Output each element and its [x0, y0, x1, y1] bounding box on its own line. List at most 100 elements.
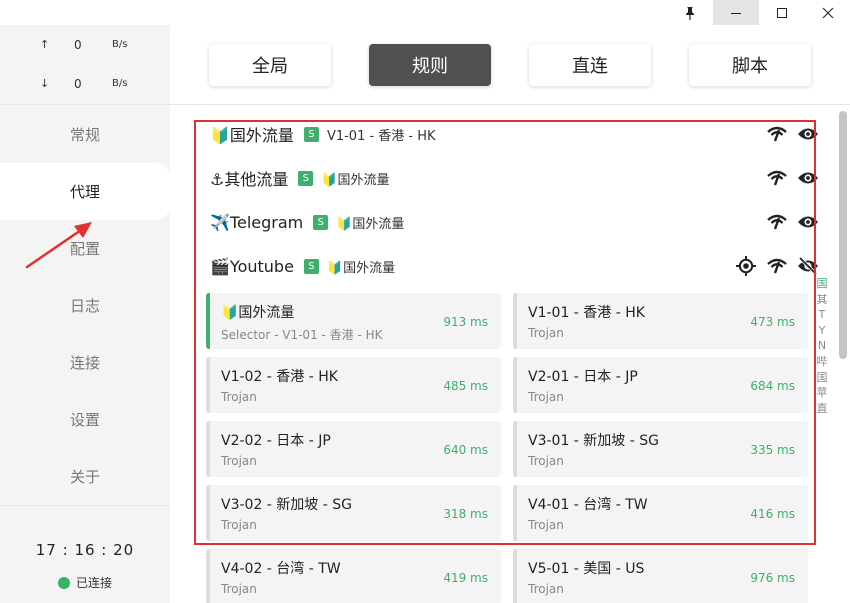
group-row[interactable]: 🎬Youtube S 🔰国外流量 — [210, 251, 820, 281]
proxy-card[interactable]: V3-02 - 新加坡 - SG Trojan 318 ms — [206, 485, 501, 541]
sidebar: ↑ 0 B/s ↓ 0 B/s 常规 代理 配置 日志 连接 设置 关于 17 … — [0, 25, 170, 603]
proxy-card[interactable]: V4-01 - 台湾 - TW Trojan 416 ms — [513, 485, 808, 541]
group-row[interactable]: ✈️Telegram S 🔰国外流量 — [210, 207, 820, 237]
proxy-name: 🔰国外流量 — [221, 305, 295, 321]
proxy-delay: 473 ms — [750, 315, 795, 329]
status-dot-icon — [58, 576, 70, 589]
eye-icon[interactable] — [796, 122, 820, 146]
index-letter[interactable]: 其 — [817, 292, 828, 308]
index-letter[interactable]: 哔 — [817, 354, 828, 370]
proxy-type: Trojan — [528, 390, 564, 404]
nav-general[interactable]: 常规 — [0, 106, 170, 163]
clock: 17 : 16 : 20 — [35, 541, 135, 559]
nav-about[interactable]: 关于 — [0, 448, 170, 505]
proxy-name: V3-02 - 新加坡 - SG — [221, 497, 352, 513]
upload-arrow-icon: ↑ — [40, 38, 50, 51]
nav-settings[interactable]: 设置 — [0, 391, 170, 448]
proxy-card[interactable]: V2-02 - 日本 - JP Trojan 640 ms — [206, 421, 501, 477]
scrollbar[interactable] — [836, 105, 850, 603]
selector-badge: S — [303, 126, 319, 142]
title-bar — [0, 0, 850, 25]
proxy-content: 🔰国外流量 S V1-01 - 香港 - HK ⚓其他流量 S 🔰国外流量 ✈️… — [170, 105, 850, 603]
upload-value: 0 — [74, 38, 82, 52]
maximize-button[interactable] — [759, 0, 805, 25]
connection-status: 已连接 — [58, 574, 112, 591]
sidebar-divider — [0, 104, 170, 105]
speed-test-icon[interactable] — [765, 166, 789, 190]
pin-icon[interactable] — [667, 0, 713, 25]
group-row[interactable]: 🔰国外流量 S V1-01 - 香港 - HK — [210, 119, 820, 149]
mode-rule-button[interactable]: 规则 — [369, 44, 491, 86]
proxy-name: V1-02 - 香港 - HK — [221, 369, 338, 385]
proxy-card[interactable]: V4-02 - 台湾 - TW Trojan 419 ms — [206, 549, 501, 603]
minimize-button[interactable] — [713, 0, 759, 25]
proxy-card[interactable]: V5-01 - 美国 - US Trojan 976 ms — [513, 549, 808, 603]
proxy-type: Trojan — [221, 582, 257, 596]
proxy-delay: 640 ms — [443, 443, 488, 457]
group-name: 🎬Youtube — [210, 256, 294, 276]
proxy-card[interactable]: V1-02 - 香港 - HK Trojan 485 ms — [206, 357, 501, 413]
index-letter[interactable]: T — [819, 307, 826, 323]
proxy-card[interactable]: V3-01 - 新加坡 - SG Trojan 335 ms — [513, 421, 808, 477]
group-name: ✈️Telegram — [210, 212, 304, 232]
group-row[interactable]: ⚓其他流量 S 🔰国外流量 — [210, 163, 820, 193]
index-letter[interactable]: 国 — [817, 370, 828, 386]
index-letter[interactable]: 直 — [817, 401, 828, 417]
index-letter[interactable]: 国 — [817, 276, 828, 292]
eye-icon[interactable] — [796, 210, 820, 234]
proxy-name: V3-01 - 新加坡 - SG — [528, 433, 659, 449]
mode-switcher: 全局 规则 直连 脚本 — [170, 25, 850, 105]
proxy-delay: 416 ms — [750, 507, 795, 521]
upload-unit: B/s — [112, 39, 128, 50]
nav-proxies[interactable]: 代理 — [0, 163, 170, 220]
group-name: ⚓其他流量 — [210, 170, 289, 189]
proxy-type: Trojan — [528, 582, 564, 596]
proxy-type: Trojan — [528, 454, 564, 468]
download-value: 0 — [74, 77, 82, 91]
group-current: 🔰国外流量 — [336, 216, 405, 232]
speed-test-icon[interactable] — [765, 210, 789, 234]
proxy-delay: 684 ms — [750, 379, 795, 393]
scrollbar-thumb[interactable] — [839, 111, 847, 359]
proxy-type: Trojan — [221, 390, 257, 404]
proxy-delay: 335 ms — [750, 443, 795, 457]
sidebar-divider-bottom — [0, 505, 170, 506]
proxy-delay: 913 ms — [443, 315, 488, 329]
proxy-card[interactable]: V1-01 - 香港 - HK Trojan 473 ms — [513, 293, 808, 349]
mode-script-button[interactable]: 脚本 — [689, 44, 811, 86]
group-current: 🔰国外流量 — [321, 172, 390, 188]
proxy-name: V4-02 - 台湾 - TW — [221, 561, 341, 577]
download-arrow-icon: ↓ — [40, 77, 50, 90]
speed-test-icon[interactable] — [765, 122, 789, 146]
close-button[interactable] — [805, 0, 850, 25]
proxy-type: Trojan — [221, 454, 257, 468]
eye-icon[interactable] — [796, 166, 820, 190]
group-current: V1-01 - 香港 - HK — [326, 128, 436, 144]
index-letter[interactable]: 苹 — [817, 385, 828, 401]
proxy-card[interactable]: 🔰国外流量 Selector - V1-01 - 香港 - HK 913 ms — [206, 293, 501, 349]
download-unit: B/s — [112, 78, 128, 89]
selector-badge: S — [313, 214, 329, 230]
nav-logs[interactable]: 日志 — [0, 277, 170, 334]
proxy-type: Trojan — [528, 518, 564, 532]
nav-connections[interactable]: 连接 — [0, 334, 170, 391]
proxy-delay: 976 ms — [750, 571, 795, 585]
proxy-type: Selector - V1-01 - 香港 - HK — [221, 328, 383, 342]
mode-direct-button[interactable]: 直连 — [529, 44, 651, 86]
proxy-type: Trojan — [221, 518, 257, 532]
index-letter[interactable]: Y — [819, 323, 826, 339]
selector-badge: S — [303, 258, 319, 274]
index-letter[interactable]: N — [818, 338, 826, 354]
download-speed: ↓ 0 B/s — [0, 75, 170, 95]
proxy-type: Trojan — [528, 326, 564, 340]
proxy-name: V2-02 - 日本 - JP — [221, 433, 331, 449]
proxy-name: V2-01 - 日本 - JP — [528, 369, 638, 385]
selector-badge: S — [298, 170, 314, 186]
eye-off-icon[interactable] — [796, 254, 820, 278]
locate-icon[interactable] — [734, 254, 758, 278]
status-text: 已连接 — [76, 576, 113, 590]
proxy-name: V4-01 - 台湾 - TW — [528, 497, 648, 513]
mode-global-button[interactable]: 全局 — [209, 44, 331, 86]
speed-test-icon[interactable] — [765, 254, 789, 278]
proxy-card[interactable]: V2-01 - 日本 - JP Trojan 684 ms — [513, 357, 808, 413]
